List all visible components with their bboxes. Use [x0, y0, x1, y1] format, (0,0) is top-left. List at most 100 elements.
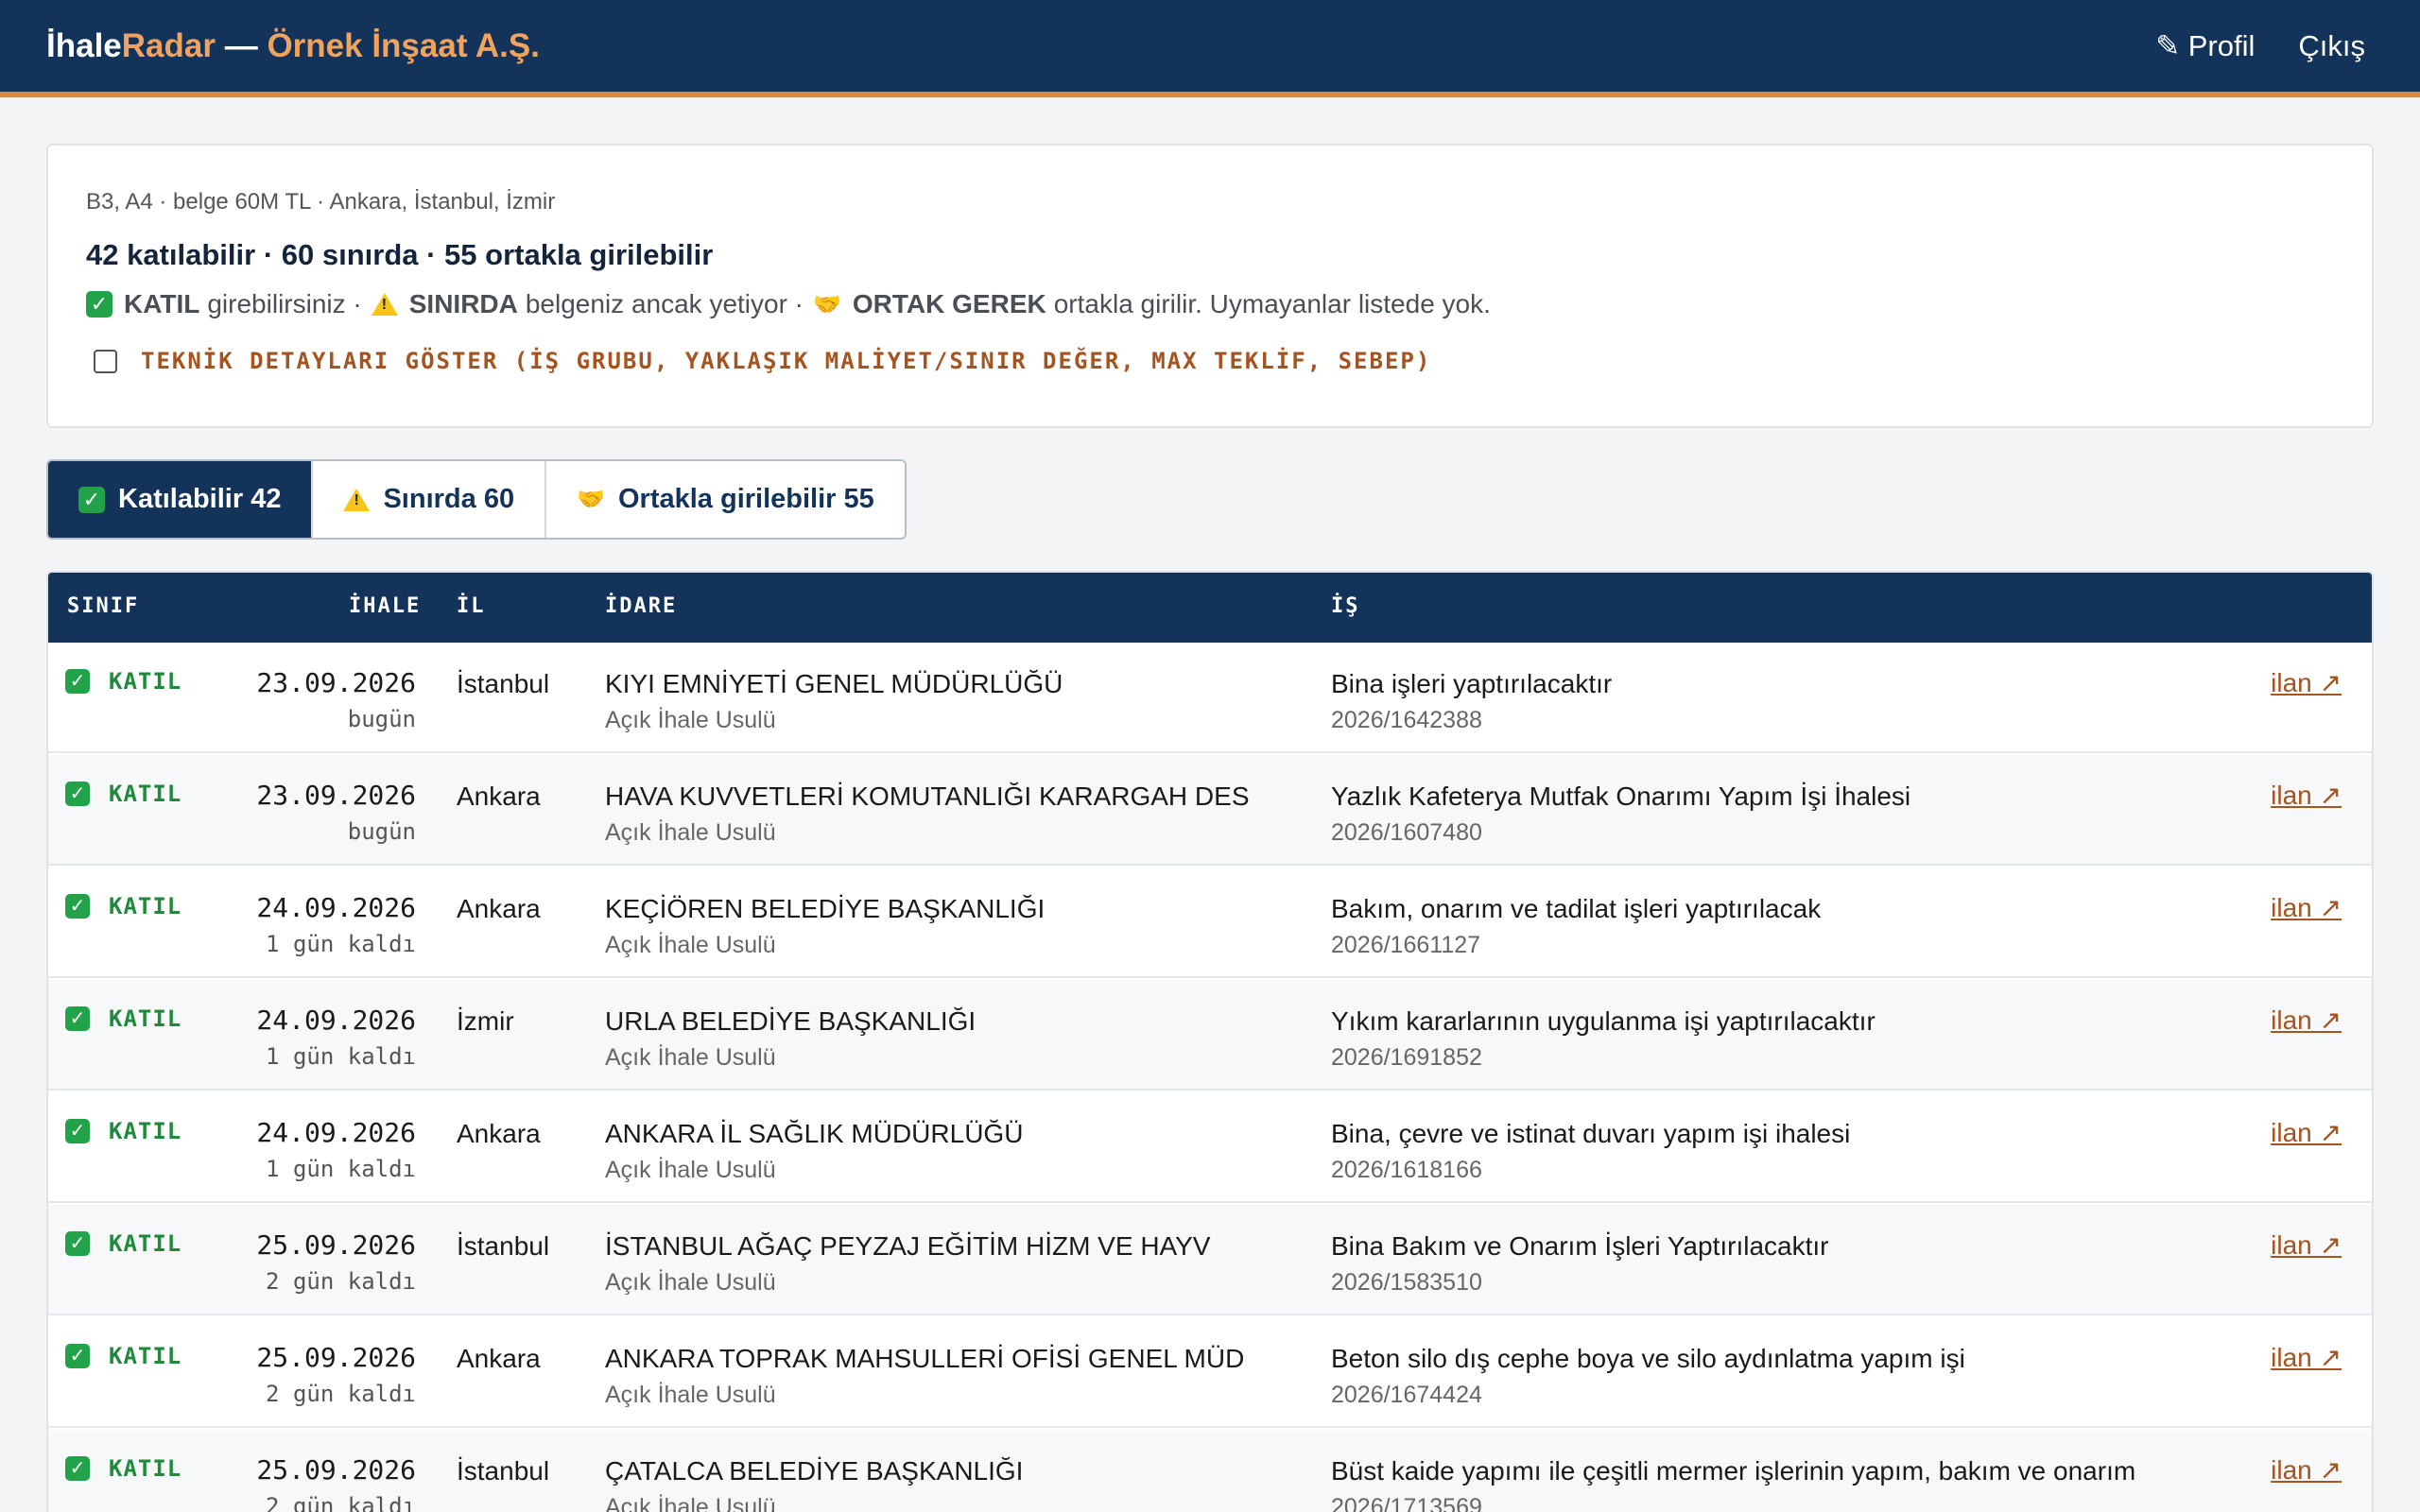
check-icon: ✓	[65, 782, 90, 806]
tab-ortakla[interactable]: 🤝 Ortakla girilebilir 55	[546, 461, 905, 538]
table-row[interactable]: ✓ KATIL 25.09.2026 2 gün kaldı İstanbul İSTAN…	[48, 1205, 2372, 1315]
table-row[interactable]: ✓ KATIL 24.09.2026 1 gün kaldı Ankara ANKARA …	[48, 1092, 2372, 1203]
announcement-link[interactable]: ilan ↗	[2271, 667, 2342, 698]
announcement-link[interactable]: ilan ↗	[2271, 892, 2342, 923]
brand-separator: —	[215, 27, 268, 64]
idare-name: HAVA KUVVETLERİ KOMUTANLIĞI KARARGAH DES	[605, 782, 1250, 811]
legend-ortak-text: ortakla girilir. Uymayanlar listede yok.	[1053, 289, 1491, 318]
tender-table: SINIF İHALE İL İDARE İŞ ✓ KATIL 23.09.2026…	[46, 571, 2374, 1512]
profile-link[interactable]: ✎ Profil	[2155, 27, 2255, 65]
legend-sinirda-text: belgeniz ancak yetiyor ·	[525, 289, 804, 318]
city-cell: İstanbul	[457, 669, 550, 698]
table-row[interactable]: ✓ KATIL 23.09.2026 bugün Ankara HAVA KUVVETLE…	[48, 755, 2372, 866]
procedure-type: Açık İhale Usulü	[605, 1494, 776, 1512]
date-cell: 23.09.2026 bugün	[256, 780, 416, 845]
check-icon: ✓	[65, 1119, 90, 1143]
status-tabs: ✓ Katılabilir 42 Sınırda 60 🤝 Ortakla gi…	[46, 459, 907, 540]
remaining-time: 1 gün kaldı	[266, 931, 416, 957]
summary-card: B3, A4 · belge 60M TL · Ankara, İstanbul…	[46, 144, 2374, 428]
brand-title[interactable]: İhaleRadar — Örnek İnşaat A.Ş.	[46, 27, 540, 65]
tab-label: Sınırda 60	[383, 484, 515, 514]
tender-number: 2026/1583510	[1331, 1269, 1482, 1296]
announcement-link[interactable]: ilan ↗	[2271, 1454, 2342, 1486]
tab-label: Katılabilir 42	[118, 484, 282, 514]
city-cell: İzmir	[457, 1006, 514, 1036]
table-row[interactable]: ✓ KATIL 24.09.2026 1 gün kaldı Ankara KEÇİÖRE…	[48, 868, 2372, 978]
remaining-time: 2 gün kaldı	[266, 1493, 416, 1512]
city-cell: Ankara	[457, 1119, 541, 1148]
idare-cell: ANKARA TOPRAK MAHSULLERİ OFİSİ GENEL MÜD…	[605, 1344, 1244, 1409]
table-row[interactable]: ✓ KATIL 25.09.2026 2 gün kaldı Ankara ANKARA …	[48, 1317, 2372, 1428]
work-cell: Bina Bakım ve Onarım İşleri Yaptırılacak…	[1331, 1231, 1828, 1297]
announcement-link[interactable]: ilan ↗	[2271, 1342, 2342, 1373]
procedure-type: Açık İhale Usulü	[605, 1269, 776, 1296]
procedure-type: Açık İhale Usulü	[605, 1044, 776, 1071]
class-label: KATIL	[109, 1118, 182, 1144]
idare-cell: ANKARA İL SAĞLIK MÜDÜRLÜĞÜ Açık İhale Usu…	[605, 1119, 1023, 1184]
details-checkbox-label[interactable]: TEKNİK DETAYLARI GÖSTER (İŞ GRUBU, YAKLA…	[141, 348, 1431, 374]
col-header-sinif[interactable]: SINIF	[67, 594, 139, 618]
class-cell: ✓ KATIL	[65, 1005, 182, 1032]
idare-cell: ÇATALCA BELEDİYE BAŞKANLIĞI Açık İhale Us…	[605, 1456, 1023, 1512]
city-cell: Ankara	[457, 1344, 541, 1373]
counts-summary: 42 katılabilir · 60 sınırda · 55 ortakla…	[86, 238, 714, 271]
legend-sinirda-key: SINIRDA	[408, 289, 518, 318]
criteria-text: B3, A4 · belge 60M TL · Ankara, İstanbul…	[86, 189, 556, 215]
city-cell: İstanbul	[457, 1231, 550, 1261]
legend: ✓ KATIL girebilirsiniz · SINIRDA belgeni…	[86, 289, 1500, 319]
work-cell: Bina işleri yaptırılacaktır 2026/1642388	[1331, 669, 1612, 734]
procedure-type: Açık İhale Usulü	[605, 1382, 776, 1408]
remaining-time: 1 gün kaldı	[266, 1156, 416, 1182]
tab-label: Ortakla girilebilir 55	[617, 484, 874, 514]
tender-number: 2026/1661127	[1331, 932, 1481, 958]
procedure-type: Açık İhale Usulü	[605, 932, 776, 958]
tender-number: 2026/1674424	[1331, 1382, 1482, 1408]
work-cell: Beton silo dış cephe boya ve silo aydınl…	[1331, 1344, 1965, 1409]
work-title: Bina Bakım ve Onarım İşleri Yaptırılacak…	[1331, 1231, 1829, 1261]
table-row[interactable]: ✓ KATIL 24.09.2026 1 gün kaldı İzmir URLA BEL…	[48, 980, 2372, 1091]
work-cell: Bakım, onarım ve tadilat işleri yaptırıl…	[1331, 894, 1821, 959]
check-icon: ✓	[65, 1231, 90, 1256]
class-label: KATIL	[109, 1005, 182, 1032]
check-icon: ✓	[78, 486, 105, 513]
tender-date: 25.09.2026	[256, 1229, 416, 1261]
announcement-link[interactable]: ilan ↗	[2271, 780, 2342, 811]
col-header-il[interactable]: İL	[457, 594, 486, 618]
tender-number: 2026/1607480	[1331, 819, 1482, 846]
col-header-is[interactable]: İŞ	[1331, 594, 1360, 618]
procedure-type: Açık İhale Usulü	[605, 707, 776, 733]
class-label: KATIL	[109, 1343, 182, 1369]
class-label: KATIL	[109, 668, 182, 695]
table-row[interactable]: ✓ KATIL 25.09.2026 2 gün kaldı İstanbul ÇATAL…	[48, 1430, 2372, 1512]
date-cell: 25.09.2026 2 gün kaldı	[256, 1229, 416, 1295]
brand-name-part2: Radar	[121, 27, 216, 64]
details-toggle-row: TEKNİK DETAYLARI GÖSTER (İŞ GRUBU, YAKLA…	[94, 348, 1431, 374]
tender-number: 2026/1691852	[1331, 1044, 1482, 1071]
work-cell: Bina, çevre ve istinat duvarı yapım işi …	[1331, 1119, 1850, 1184]
idare-cell: KIYI EMNİYETİ GENEL MÜDÜRLÜĞÜ Açık İhale …	[605, 669, 1063, 734]
table-row[interactable]: ✓ KATIL 23.09.2026 bugün İstanbul KIYI EMNİYE…	[48, 643, 2372, 753]
announcement-link[interactable]: ilan ↗	[2271, 1117, 2342, 1148]
remaining-time: bugün	[347, 818, 416, 845]
announcement-link[interactable]: ilan ↗	[2271, 1229, 2342, 1261]
tab-katilabilir[interactable]: ✓ Katılabilir 42	[48, 461, 314, 538]
idare-name: ANKARA İL SAĞLIK MÜDÜRLÜĞÜ	[605, 1119, 1024, 1148]
work-title: Bina, çevre ve istinat duvarı yapım işi …	[1331, 1119, 1851, 1148]
brand-name-part1: İhale	[46, 27, 122, 64]
tender-date: 25.09.2026	[256, 1342, 416, 1373]
col-header-idare[interactable]: İDARE	[605, 594, 677, 618]
legend-ortak-key: ORTAK GEREK	[852, 289, 1046, 318]
col-header-ihale[interactable]: İHALE	[349, 594, 421, 618]
work-cell: Büst kaide yapımı ile çeşitli mermer işl…	[1331, 1456, 2135, 1512]
check-icon: ✓	[65, 1006, 90, 1031]
warning-icon	[343, 488, 371, 511]
work-title: Bina işleri yaptırılacaktır	[1331, 669, 1613, 698]
details-checkbox[interactable]	[94, 349, 117, 373]
logout-link[interactable]: Çıkış	[2298, 27, 2365, 65]
procedure-type: Açık İhale Usulü	[605, 819, 776, 846]
announcement-link[interactable]: ilan ↗	[2271, 1005, 2342, 1036]
idare-cell: İSTANBUL AĞAÇ PEYZAJ EĞİTİM HİZM VE HAYV…	[605, 1231, 1211, 1297]
check-icon: ✓	[65, 894, 90, 919]
tab-sinirda[interactable]: Sınırda 60	[313, 461, 547, 538]
date-cell: 24.09.2026 1 gün kaldı	[256, 1117, 416, 1182]
